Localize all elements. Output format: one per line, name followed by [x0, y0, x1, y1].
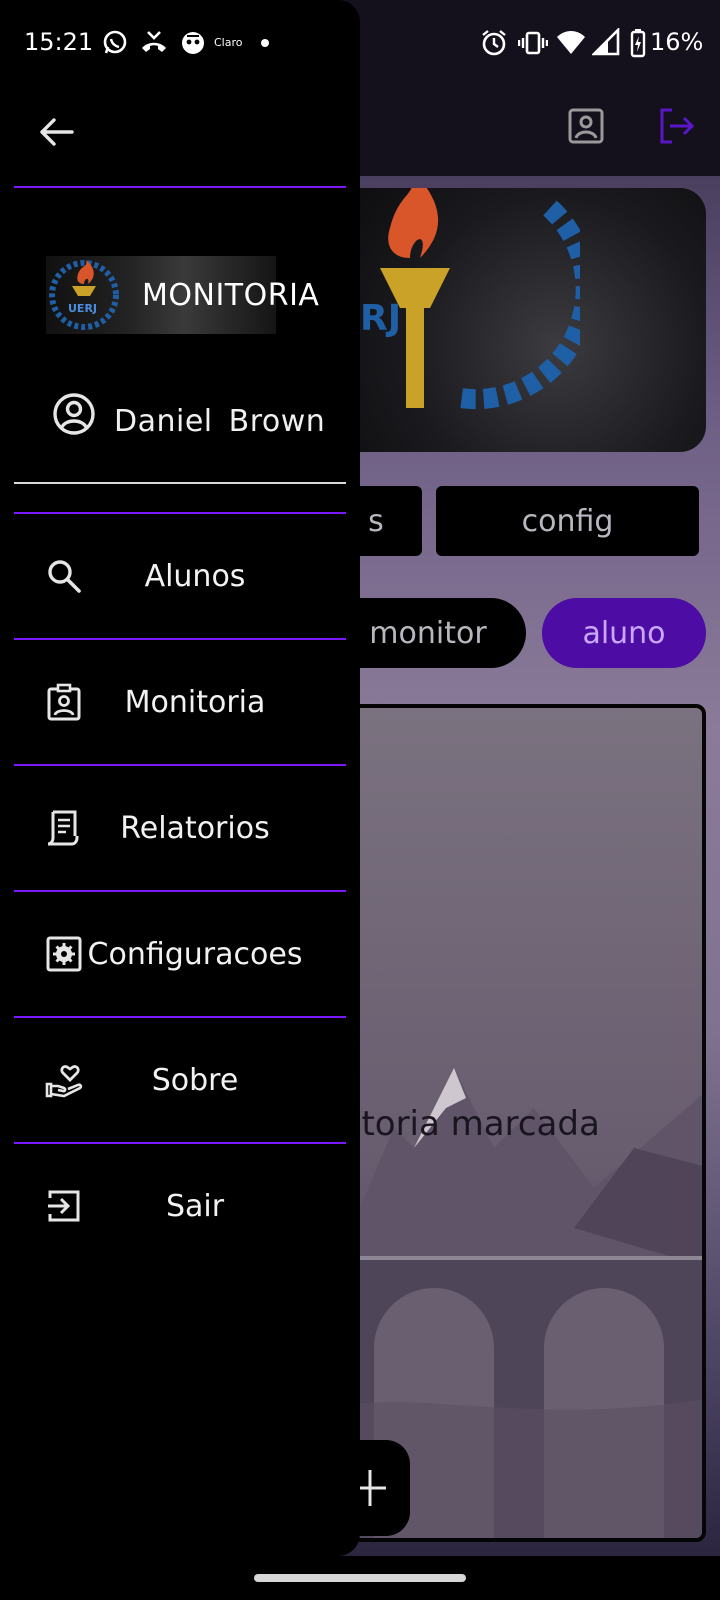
battery-percentage: 16%: [650, 28, 704, 56]
menu-item-label: Configuracoes: [87, 936, 303, 972]
menu-item-label: Alunos: [144, 558, 246, 594]
menu-item-sobre[interactable]: Sobre: [14, 1018, 346, 1142]
aluno-toggle[interactable]: aluno: [542, 598, 706, 668]
vibrate-icon: [518, 31, 548, 55]
svg-text:UERJ: UERJ: [68, 302, 97, 315]
home-indicator[interactable]: [254, 1574, 466, 1582]
alarm-icon: [482, 30, 506, 56]
menu-item-alunos[interactable]: Alunos: [14, 514, 346, 638]
whatsapp-icon: [103, 30, 127, 54]
tab-button-partial-label: s: [368, 503, 384, 539]
battery-charging-icon: [630, 29, 646, 58]
uerj-seal-image: RJ: [360, 188, 580, 410]
uerj-seal-icon: UERJ: [49, 260, 119, 330]
back-arrow-icon[interactable]: [36, 112, 76, 152]
logout-icon[interactable]: [656, 106, 696, 146]
app-notification-icon: [182, 32, 204, 54]
config-button-label: config: [521, 503, 614, 539]
menu-item-label: Sair: [165, 1188, 225, 1224]
menu-item-sair[interactable]: Sair: [14, 1144, 346, 1268]
menu-item-label: Relatorios: [120, 810, 270, 846]
status-bar: 15:21 Claro 16%: [0, 0, 720, 88]
monitor-toggle-label: monitor: [369, 615, 487, 651]
uerj-banner-image: RJ: [330, 188, 706, 452]
svg-text:RJ: RJ: [360, 298, 401, 339]
config-button[interactable]: config: [436, 486, 699, 556]
account-circle-icon: [53, 393, 95, 435]
menu-item-configuracoes[interactable]: Configuracoes: [14, 892, 346, 1016]
wifi-icon: [557, 31, 585, 54]
menu-item-relatorios[interactable]: Relatorios: [14, 766, 346, 890]
menu-item-label: Sobre: [151, 1062, 239, 1098]
no-monitoria-message: itoria marcada: [352, 1104, 600, 1144]
cellular-signal-icon: [592, 28, 620, 56]
aluno-toggle-label: aluno: [582, 615, 666, 651]
notification-dot-icon: [261, 39, 269, 47]
status-time: 15:21: [24, 28, 94, 56]
user-name: Daniel Brown: [114, 404, 326, 439]
missed-call-icon: [142, 31, 166, 52]
carrier-label: Claro: [214, 36, 243, 49]
divider: [14, 186, 346, 188]
menu-item-label: Monitoria: [124, 684, 266, 720]
profile-icon[interactable]: [566, 106, 606, 146]
navigation-drawer: UERJ MONITORIA Daniel Brown Alunos Monit…: [0, 0, 360, 1556]
app-logo-text: MONITORIA: [142, 278, 320, 313]
menu-item-monitoria[interactable]: Monitoria: [14, 640, 346, 764]
monitoria-card: itoria marcada: [330, 704, 706, 1542]
divider: [14, 482, 346, 484]
